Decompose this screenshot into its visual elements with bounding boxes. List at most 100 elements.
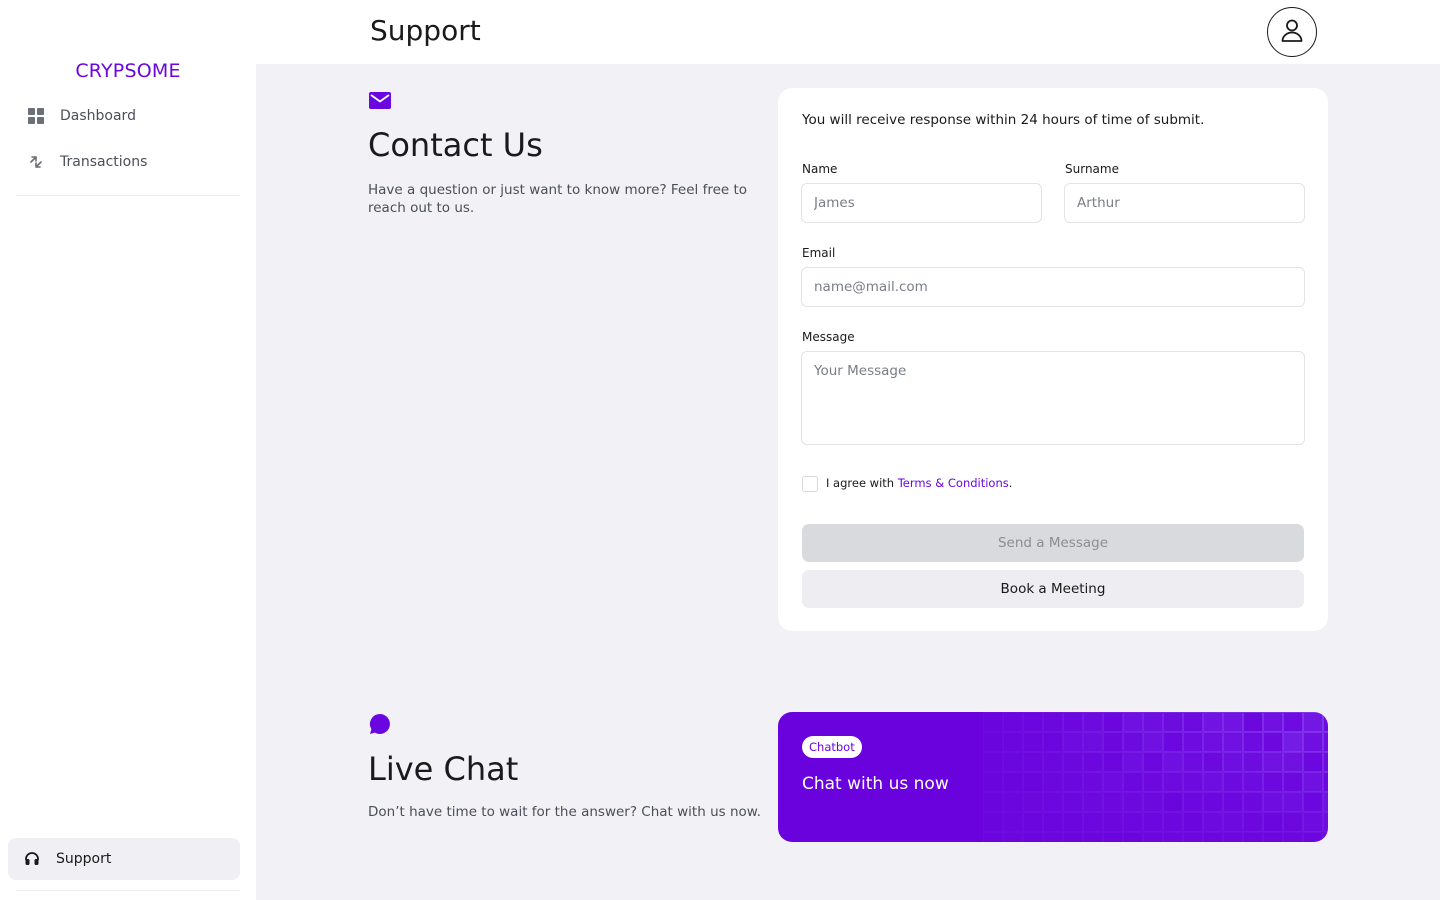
pattern-cell <box>1023 752 1043 772</box>
send-message-button[interactable]: Send a Message <box>802 524 1304 562</box>
pattern-cell <box>1283 832 1303 842</box>
surname-input[interactable] <box>1064 183 1305 223</box>
pattern-cell <box>1103 832 1123 842</box>
pattern-cell <box>1143 752 1163 772</box>
pattern-cell <box>1083 712 1103 732</box>
name-input[interactable] <box>801 183 1042 223</box>
chatbot-card[interactable]: Chatbot Chat with us now <box>778 712 1328 842</box>
pattern-cell <box>1243 712 1263 732</box>
pattern-cell <box>1043 712 1063 732</box>
pattern-cell <box>1043 792 1063 812</box>
pattern-cell <box>1043 752 1063 772</box>
pattern-cell <box>1023 812 1043 832</box>
pattern-cell <box>1183 772 1203 792</box>
pattern-cell <box>1103 712 1123 732</box>
pattern-cell <box>1243 732 1263 752</box>
pattern-cell <box>1143 772 1163 792</box>
pattern-cell <box>1143 712 1163 732</box>
pattern-cell <box>1043 732 1063 752</box>
pattern-cell <box>1183 832 1203 842</box>
response-time-note: You will receive response within 24 hour… <box>802 112 1205 128</box>
message-textarea[interactable] <box>801 351 1305 445</box>
pattern-cell <box>1083 732 1103 752</box>
sidebar-item-transactions[interactable]: Transactions <box>16 144 240 180</box>
pattern-cell <box>1103 792 1123 812</box>
sidebar: CRYPSOME Dashboard Transactions Support <box>0 0 256 900</box>
pattern-cell <box>1163 712 1183 732</box>
pattern-cell <box>1083 832 1103 842</box>
pattern-cell <box>1263 732 1283 752</box>
pattern-cell <box>1143 732 1163 752</box>
pattern-cell <box>1103 752 1123 772</box>
book-meeting-button[interactable]: Book a Meeting <box>802 570 1304 608</box>
email-input[interactable] <box>801 267 1305 307</box>
pattern-cell <box>1203 792 1223 812</box>
pattern-cell <box>1323 732 1328 752</box>
pattern-cell <box>1123 712 1143 732</box>
pattern-cell <box>1283 792 1303 812</box>
pattern-cell <box>1003 712 1023 732</box>
pattern-cell <box>1283 752 1303 772</box>
pattern-cell <box>1323 832 1328 842</box>
page-title: Support <box>370 14 481 47</box>
pattern-cell <box>1183 752 1203 772</box>
pattern-cell <box>1063 752 1083 772</box>
pattern-cell <box>1263 832 1283 842</box>
pattern-cell <box>1223 732 1243 752</box>
pattern-cell <box>1283 812 1303 832</box>
pattern-cell <box>983 712 1003 732</box>
pattern-cell <box>983 832 1003 842</box>
pattern-cell <box>1303 812 1323 832</box>
sidebar-item-dashboard[interactable]: Dashboard <box>16 98 240 134</box>
pattern-cell <box>1003 792 1023 812</box>
agree-prefix: I agree with <box>826 476 898 490</box>
pattern-cell <box>1223 772 1243 792</box>
pattern-cell <box>983 772 1003 792</box>
pattern-cell <box>1163 732 1183 752</box>
pattern-cell <box>983 792 1003 812</box>
pattern-cell <box>1023 772 1043 792</box>
terms-link[interactable]: Terms & Conditions <box>898 476 1009 490</box>
sidebar-divider <box>16 890 240 891</box>
pattern-cell <box>1143 812 1163 832</box>
pattern-cell <box>1243 792 1263 812</box>
pattern-cell <box>1223 832 1243 842</box>
pattern-cell <box>1023 712 1043 732</box>
user-icon <box>1279 17 1305 47</box>
pattern-cell <box>1023 732 1043 752</box>
pattern-cell <box>1243 772 1263 792</box>
pattern-cell <box>1103 732 1123 752</box>
pattern-cell <box>1083 752 1103 772</box>
terms-checkbox[interactable] <box>802 476 818 492</box>
pattern-cell <box>1163 752 1183 772</box>
pattern-cell <box>1163 792 1183 812</box>
pattern-cell <box>1203 772 1223 792</box>
pattern-cell <box>1163 812 1183 832</box>
pattern-cell <box>1003 812 1023 832</box>
pattern-cell <box>1063 832 1083 842</box>
pattern-cell <box>1303 752 1323 772</box>
pattern-cell <box>1023 792 1043 812</box>
pattern-cell <box>1263 772 1283 792</box>
name-label: Name <box>802 162 838 176</box>
headset-icon <box>24 851 40 867</box>
sidebar-divider <box>16 195 240 196</box>
pattern-cell <box>1263 792 1283 812</box>
brand-logo[interactable]: CRYPSOME <box>0 60 256 82</box>
sidebar-item-label: Transactions <box>60 154 148 170</box>
email-label: Email <box>802 246 836 260</box>
pattern-cell <box>1123 832 1143 842</box>
pattern-cell <box>1303 712 1323 732</box>
pattern-cell <box>1203 832 1223 842</box>
sidebar-item-support[interactable]: Support <box>8 838 240 880</box>
pattern-cell <box>1043 772 1063 792</box>
live-chat-description: Don’t have time to wait for the answer? … <box>368 804 761 820</box>
pattern-cell <box>1303 772 1323 792</box>
pattern-cell <box>1163 772 1183 792</box>
pattern-cell <box>1083 792 1103 812</box>
pattern-cell <box>1203 712 1223 732</box>
decorative-grid-pattern <box>983 712 1328 842</box>
user-avatar-button[interactable] <box>1267 7 1317 57</box>
chatbot-badge: Chatbot <box>802 736 862 758</box>
contact-form-card: You will receive response within 24 hour… <box>778 88 1328 631</box>
